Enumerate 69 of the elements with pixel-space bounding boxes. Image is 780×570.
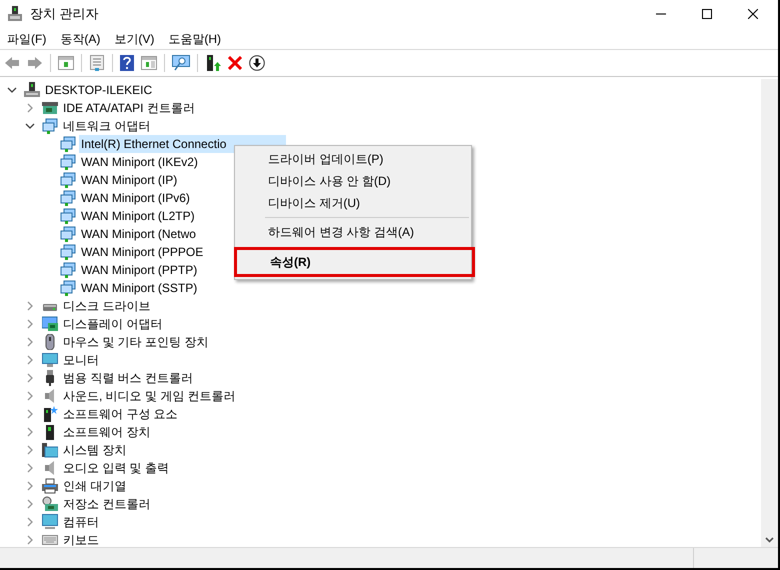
tree-item[interactable]: 컴퓨터 [61,513,101,531]
tree-item[interactable]: WAN Miniport (IKEv2) [79,153,200,171]
tree-item[interactable]: 모니터 [61,351,101,369]
printer-icon [42,478,58,494]
tree-item[interactable]: WAN Miniport (IP) [79,171,180,189]
menu-item[interactable]: 디바이스 사용 안 함(D) [235,170,471,192]
network-icon [60,208,76,224]
system-folder-icon [42,442,58,458]
tree-item[interactable]: WAN Miniport (SSTP) [79,279,200,297]
tree-item[interactable]: 키보드 [61,531,101,547]
device-star-icon [42,406,58,422]
tree-item[interactable]: 인쇄 대기열 [61,477,128,495]
tree-item[interactable]: 저장소 컨트롤러 [61,495,152,513]
menu-item[interactable]: 속성(R) [234,247,475,277]
display-card-icon [42,316,58,332]
chevron-down-icon[interactable] [765,537,774,543]
down-arrow-circle-icon[interactable] [249,55,265,71]
menu-item[interactable]: 도움말(H) [161,28,228,48]
tree-item[interactable]: 범용 직렬 버스 컨트롤러 [61,369,196,387]
window-pane-icon[interactable] [141,56,157,70]
window-pane-icon[interactable] [58,56,74,70]
menu-item[interactable]: 보기(V) [107,28,162,48]
tree-item[interactable]: WAN Miniport (PPTP) [79,261,200,279]
tree-item[interactable]: WAN Miniport (PPPOE [79,243,206,261]
storage-board-icon [42,496,58,512]
network-icon [42,118,58,134]
delete-icon[interactable] [228,56,242,70]
menu-item[interactable]: 파일(F) [0,28,54,48]
device-icon [8,6,22,22]
maximize-icon [702,9,712,19]
tree-item[interactable]: 사운드, 비디오 및 게임 컨트롤러 [61,387,238,405]
tree-item[interactable]: WAN Miniport (IPv6) [79,189,192,207]
network-icon [60,262,76,278]
menu-item[interactable]: 동작(A) [53,28,108,48]
document-icon[interactable] [89,55,105,71]
menu-item[interactable]: 디바이스 제거(U) [235,192,471,214]
tree-item[interactable]: DESKTOP-ILEKEIC [43,81,154,99]
tree-item[interactable]: 디스크 드라이브 [61,297,152,315]
tree-item[interactable]: 소프트웨어 장치 [61,423,152,441]
monitor-search-icon[interactable] [172,55,190,71]
close-icon [748,9,758,19]
tree-item[interactable]: IDE ATA/ATAPI 컨트롤러 [61,99,197,117]
tree-item[interactable]: 오디오 입력 및 출력 [61,459,172,477]
monitor-icon [42,514,58,530]
scrollbar[interactable] [761,79,778,547]
network-icon [60,136,76,152]
circuit-board-icon [42,100,58,116]
back-arrow-icon[interactable] [4,56,20,70]
menu-item[interactable]: 하드웨어 변경 사항 검색(A) [235,221,471,243]
tree-item[interactable]: 시스템 장치 [61,441,128,459]
network-icon [60,154,76,170]
tree-item[interactable]: 소프트웨어 구성 요소 [61,405,180,423]
computer-icon [24,82,40,98]
network-icon [60,244,76,260]
device-update-icon[interactable] [205,55,221,71]
network-icon [60,280,76,296]
tree-item[interactable]: 디스플레이 어댑터 [61,315,164,333]
tree-item[interactable]: WAN Miniport (L2TP) [79,207,197,225]
tree-item[interactable]: 네트워크 어댑터 [61,117,152,135]
tree-item[interactable]: WAN Miniport (Netwo [79,225,198,243]
keyboard-icon [42,532,58,547]
window-title: 장치 관리자 [30,5,99,24]
network-icon [60,172,76,188]
forward-arrow-icon[interactable] [27,56,43,70]
network-icon [60,190,76,206]
network-icon [60,226,76,242]
tree-item[interactable]: 마우스 및 기타 포인팅 장치 [61,333,210,351]
monitor-icon [42,352,58,368]
help-icon[interactable] [120,55,134,71]
